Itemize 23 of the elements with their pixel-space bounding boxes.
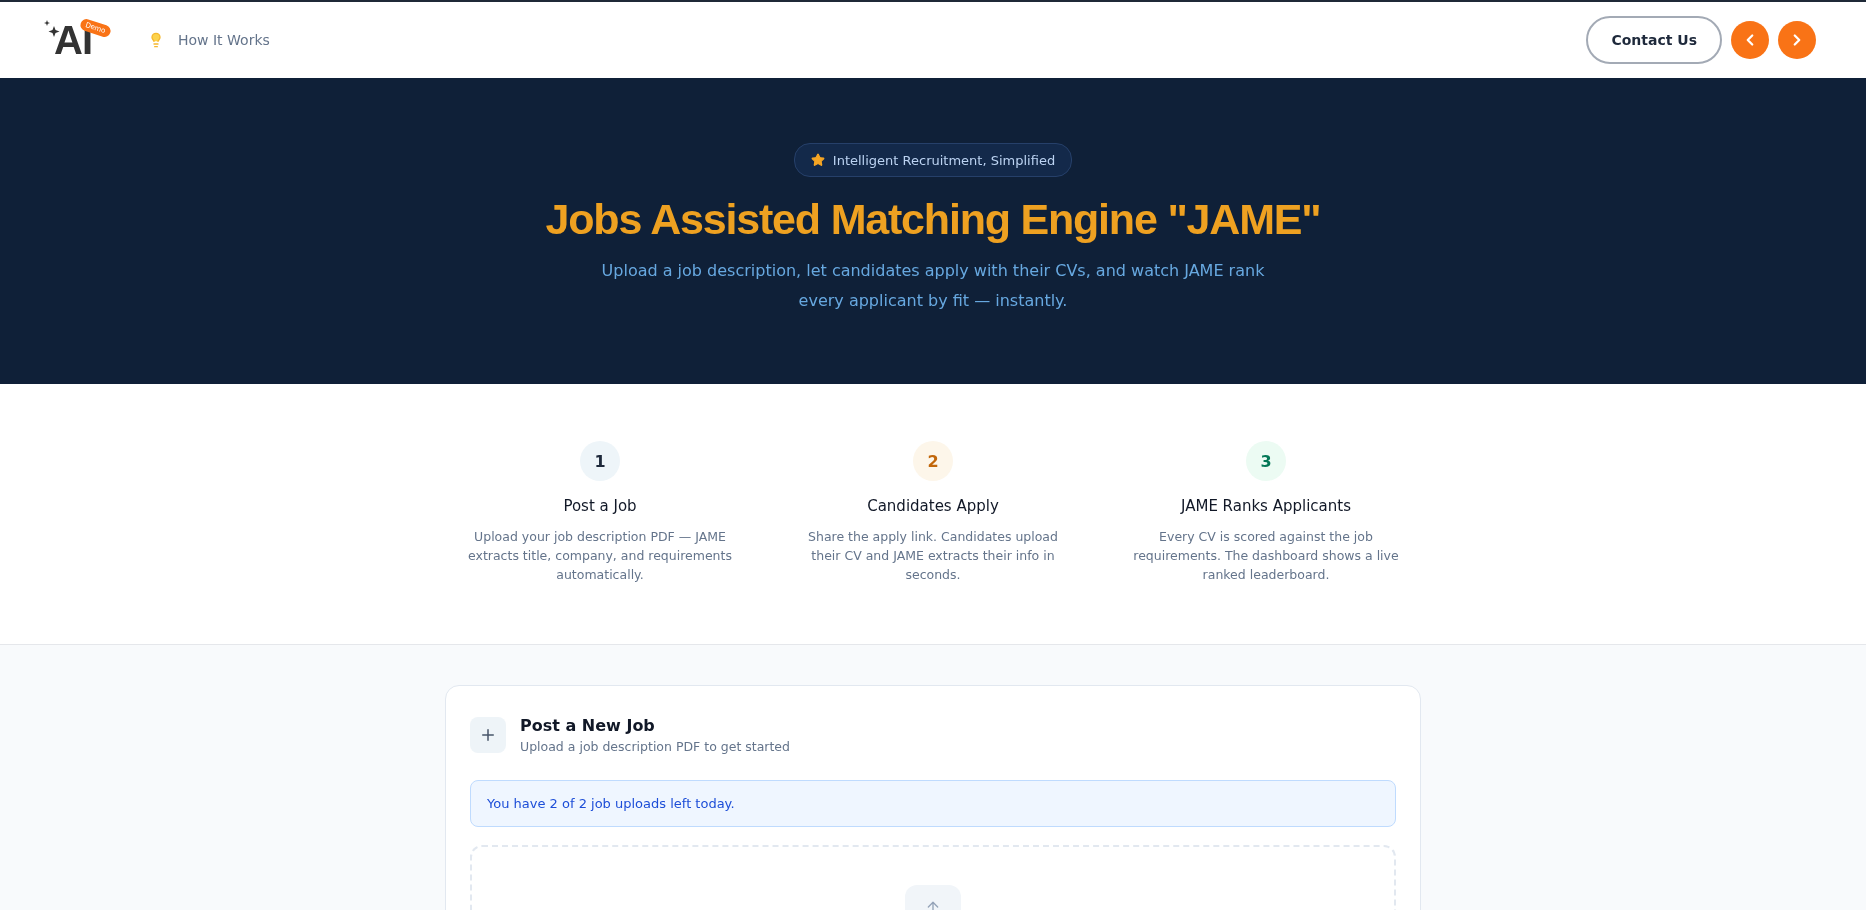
upload-limit-notice: You have 2 of 2 job uploads left today. xyxy=(470,780,1396,827)
star-icon xyxy=(810,153,825,167)
step-title: Post a Job xyxy=(563,497,637,515)
tagline-text: Intelligent Recruitment, Simplified xyxy=(832,152,1056,168)
contact-button[interactable]: Contact Us xyxy=(1586,16,1722,64)
nav-link-label: How It Works xyxy=(178,32,270,48)
hero-title: Jobs Assisted Matching Engine "JAME" xyxy=(545,195,1321,244)
step-number: 2 xyxy=(913,441,953,481)
step-title: JAME Ranks Applicants xyxy=(1181,497,1351,515)
step-description: Share the apply link. Candidates upload their CV and JAME extracts their info in seconds. xyxy=(807,528,1059,584)
how-it-works-link[interactable]: How It Works xyxy=(148,32,270,48)
step-description: Every CV is scored against the job requirements. The dashboard shows a live ranked leaderboard. xyxy=(1132,528,1400,584)
step-description: Upload your job description PDF — JAME extracts title, company, and requirements automatically. xyxy=(467,528,733,584)
card-title: Post a New Job xyxy=(520,716,656,735)
lightbulb-icon xyxy=(148,32,164,48)
hero-subtitle: Upload a job description, let candidates apply with their CVs, and watch JAME rank every applicant by fit — instantly. xyxy=(600,260,1266,312)
previous-button[interactable] xyxy=(1731,21,1769,59)
step-title: Candidates Apply xyxy=(867,497,999,515)
plus-icon xyxy=(470,717,506,753)
step-number: 1 xyxy=(580,441,620,481)
card-subtitle: Upload a job description PDF to get started xyxy=(520,739,790,754)
step-number: 3 xyxy=(1246,441,1286,481)
next-button[interactable] xyxy=(1778,21,1816,59)
